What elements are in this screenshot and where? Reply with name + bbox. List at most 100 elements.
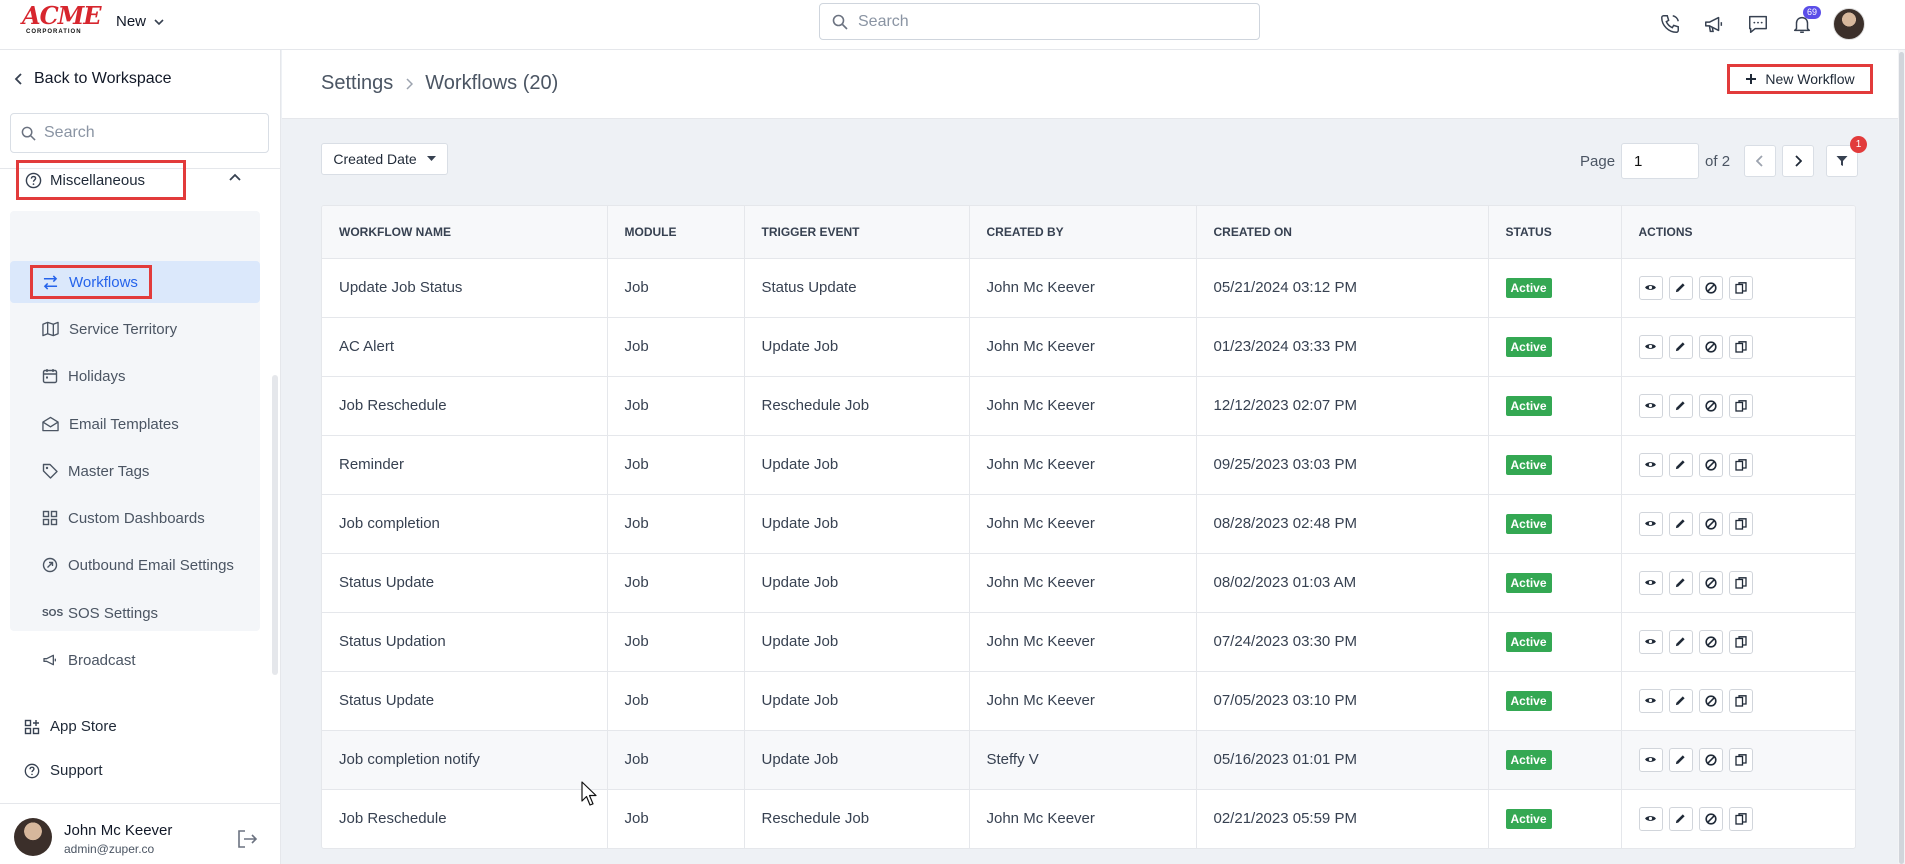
chevron-down-icon — [154, 18, 164, 25]
sidebar-item-holidays[interactable]: Holidays — [10, 355, 260, 397]
sidebar-search-input[interactable] — [44, 124, 254, 142]
view-button[interactable] — [1638, 806, 1663, 831]
column-header-status[interactable]: STATUS — [1488, 206, 1622, 259]
filter-icon — [1836, 156, 1848, 166]
edit-button[interactable] — [1668, 511, 1693, 536]
table-row[interactable]: Job Reschedule Job Reschedule Job John Mc K… — [322, 789, 1855, 848]
module-cell: Job — [607, 553, 745, 613]
duplicate-button[interactable] — [1728, 334, 1753, 359]
sidebar-item-outbound-email-settings[interactable]: Outbound Email Settings — [10, 544, 260, 586]
disable-button[interactable] — [1698, 511, 1723, 536]
edit-button[interactable] — [1668, 806, 1693, 831]
table-row[interactable]: Reminder Job Update Job John Mc Keever 09/25… — [322, 435, 1855, 495]
table-row[interactable]: Status Updation Job Update Job John Mc Keev… — [322, 612, 1855, 672]
module-cell: Job — [607, 671, 745, 731]
new-menu-button[interactable]: New — [116, 13, 164, 30]
disable-button[interactable] — [1698, 570, 1723, 595]
duplicate-button[interactable] — [1728, 806, 1753, 831]
disable-button[interactable] — [1698, 393, 1723, 418]
view-button[interactable] — [1638, 511, 1663, 536]
page-scrollbar[interactable] — [1899, 52, 1904, 864]
view-button[interactable] — [1638, 275, 1663, 300]
page-number-input[interactable] — [1621, 143, 1700, 179]
view-button[interactable] — [1638, 629, 1663, 654]
module-cell: Job — [607, 494, 745, 554]
disable-button[interactable] — [1698, 747, 1723, 772]
disable-button[interactable] — [1698, 688, 1723, 713]
sidebar-item-email-templates[interactable]: Email Templates — [10, 403, 260, 445]
phone-icon[interactable] — [1657, 11, 1683, 37]
disable-button[interactable] — [1698, 275, 1723, 300]
duplicate-button[interactable] — [1728, 275, 1753, 300]
module-cell: Job — [607, 435, 745, 495]
bell-icon[interactable]: 69 — [1789, 6, 1821, 37]
disable-button[interactable] — [1698, 806, 1723, 831]
column-header-created-on[interactable]: CREATED ON — [1196, 206, 1489, 259]
new-workflow-button[interactable]: New Workflow — [1727, 64, 1873, 94]
company-logo[interactable]: ACME CORPORATION — [22, 4, 102, 36]
edit-button[interactable] — [1668, 334, 1693, 359]
duplicate-button[interactable] — [1728, 688, 1753, 713]
sidebar-item-broadcast[interactable]: Broadcast — [10, 639, 260, 681]
disable-button[interactable] — [1698, 334, 1723, 359]
column-header-workflow-name[interactable]: WORKFLOW NAME — [322, 206, 608, 259]
duplicate-button[interactable] — [1728, 452, 1753, 477]
column-header-created-by[interactable]: CREATED BY — [969, 206, 1197, 259]
table-row[interactable]: Job completion notify Job Update Job Steffy… — [322, 730, 1855, 790]
view-button[interactable] — [1638, 688, 1663, 713]
table-row[interactable]: AC Alert Job Update Job John Mc Keever 01/23… — [322, 317, 1855, 377]
eye-icon — [1644, 814, 1657, 823]
duplicate-button[interactable] — [1728, 747, 1753, 772]
user-avatar[interactable] — [1833, 8, 1865, 40]
sidebar-item-master-tags[interactable]: Master Tags — [10, 450, 260, 492]
sidebar-item-support[interactable]: Support — [24, 762, 103, 779]
edit-button[interactable] — [1668, 275, 1693, 300]
previous-page-button[interactable] — [1744, 145, 1777, 177]
edit-button[interactable] — [1668, 747, 1693, 772]
profile-avatar[interactable] — [14, 818, 52, 856]
global-search[interactable] — [819, 3, 1260, 40]
sidebar-item-sos-settings[interactable]: SOS SOS Settings — [10, 592, 260, 634]
edit-button[interactable] — [1668, 688, 1693, 713]
table-row[interactable]: Job Reschedule Job Reschedule Job John Mc K… — [322, 376, 1855, 436]
created-by-cell: John Mc Keever — [969, 258, 1197, 318]
back-to-workspace-link[interactable]: Back to Workspace — [14, 70, 172, 88]
view-button[interactable] — [1638, 747, 1663, 772]
megaphone-icon[interactable] — [1701, 11, 1727, 37]
edit-button[interactable] — [1668, 629, 1693, 654]
view-button[interactable] — [1638, 334, 1663, 359]
duplicate-button[interactable] — [1728, 570, 1753, 595]
view-button[interactable] — [1638, 570, 1663, 595]
sidebar-section-miscellaneous[interactable]: Miscellaneous — [16, 160, 186, 200]
chevron-up-icon[interactable] — [228, 172, 242, 182]
view-button[interactable] — [1638, 452, 1663, 477]
edit-button[interactable] — [1668, 393, 1693, 418]
sort-dropdown[interactable]: Created Date — [321, 143, 448, 175]
disable-button[interactable] — [1698, 452, 1723, 477]
breadcrumb-settings[interactable]: Settings — [321, 72, 393, 95]
table-row[interactable]: Status Update Job Update Job John Mc Keever… — [322, 671, 1855, 731]
actions-cell — [1621, 376, 1855, 436]
table-row[interactable]: Job completion Job Update Job John Mc Keeve… — [322, 494, 1855, 554]
logout-icon[interactable] — [236, 829, 258, 849]
table-row[interactable]: Status Update Job Update Job John Mc Keever… — [322, 553, 1855, 613]
global-search-input[interactable] — [858, 12, 1238, 31]
column-header-trigger-event[interactable]: TRIGGER EVENT — [744, 206, 970, 259]
next-page-button[interactable] — [1782, 145, 1815, 177]
edit-button[interactable] — [1668, 452, 1693, 477]
sidebar-item-app-store[interactable]: App Store — [24, 718, 117, 735]
sidebar-item-custom-dashboards[interactable]: Custom Dashboards — [10, 497, 260, 539]
view-button[interactable] — [1638, 393, 1663, 418]
table-row[interactable]: Update Job Status Job Status Update John Mc… — [322, 258, 1855, 318]
disable-button[interactable] — [1698, 629, 1723, 654]
chat-icon[interactable] — [1745, 11, 1771, 37]
edit-button[interactable] — [1668, 570, 1693, 595]
sidebar-scrollbar[interactable] — [272, 375, 278, 675]
sidebar-item-service-territory[interactable]: Service Territory — [10, 308, 260, 350]
chevron-left-icon — [14, 73, 22, 85]
duplicate-button[interactable] — [1728, 511, 1753, 536]
duplicate-button[interactable] — [1728, 393, 1753, 418]
column-header-module[interactable]: MODULE — [607, 206, 745, 259]
sidebar-search[interactable] — [10, 113, 269, 153]
duplicate-button[interactable] — [1728, 629, 1753, 654]
